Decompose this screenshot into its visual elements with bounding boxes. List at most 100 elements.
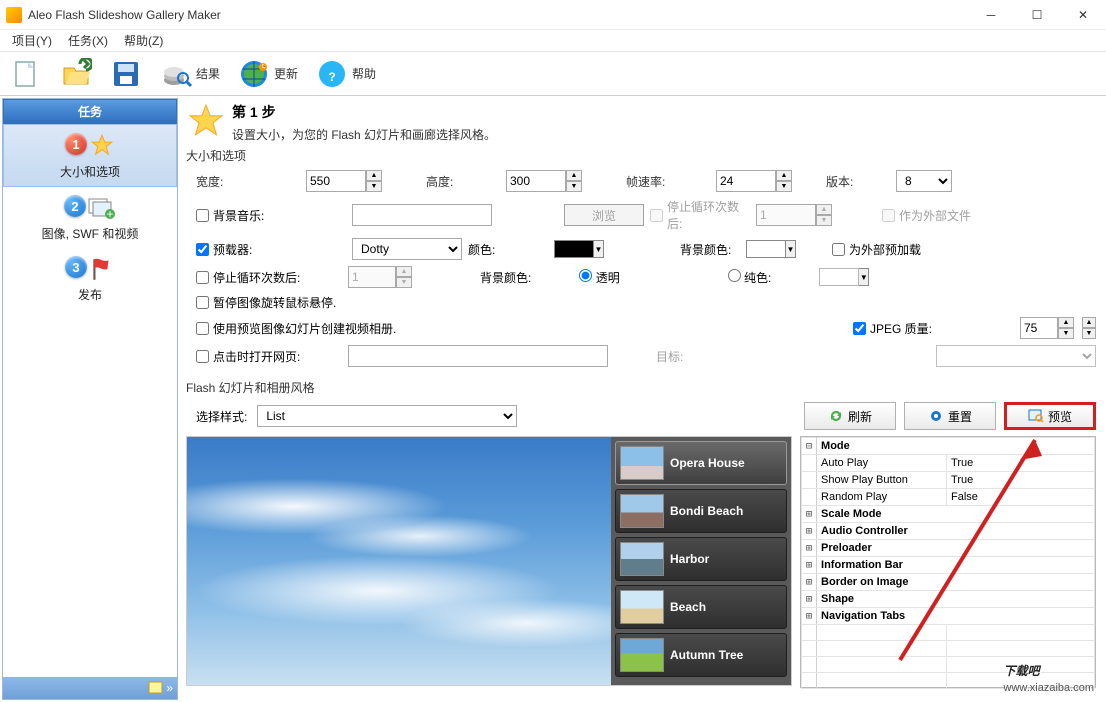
- thumbnail-item[interactable]: Autumn Tree: [615, 633, 787, 677]
- menu-project[interactable]: 项目(Y): [4, 30, 60, 51]
- refresh-button[interactable]: 刷新: [804, 402, 896, 430]
- update-label: 更新: [274, 65, 298, 82]
- color-label: 颜色:: [468, 241, 548, 258]
- use-preview-checkbox[interactable]: 使用预览图像幻灯片创建视频相册.: [196, 320, 396, 337]
- notes-icon[interactable]: [148, 681, 164, 695]
- color-swatch[interactable]: [554, 240, 594, 258]
- version-label: 版本:: [826, 173, 896, 190]
- preview-image: [187, 437, 611, 685]
- color-dropdown[interactable]: ▼: [594, 240, 604, 258]
- svg-text:?: ?: [328, 70, 335, 84]
- solid-color-dropdown[interactable]: ▼: [859, 268, 869, 286]
- new-button[interactable]: [6, 56, 46, 92]
- stop-after-input[interactable]: ▲▼: [756, 204, 876, 226]
- close-button[interactable]: ✕: [1060, 0, 1106, 30]
- thumbnail-item[interactable]: Bondi Beach: [615, 489, 787, 533]
- url-input[interactable]: [348, 345, 608, 367]
- width-input[interactable]: ▲▼: [306, 170, 426, 192]
- pause-hover-checkbox[interactable]: 暂停图像旋转鼠标悬停.: [196, 294, 336, 311]
- star-icon: [89, 133, 115, 159]
- preview-pane: Opera House Bondi Beach Harbor Beach Aut…: [186, 436, 792, 686]
- step-1-badge: 1: [65, 133, 87, 155]
- sidebar-item-label: 图像, SWF 和视频: [7, 225, 173, 242]
- toolbar: 结果 更新 ? 帮助: [0, 52, 1106, 96]
- watermark: 下载吧 www.xiazaiba.com: [1004, 650, 1094, 694]
- jpeg-quality-input[interactable]: ▲▼: [1020, 317, 1074, 339]
- menu-task[interactable]: 任务(X): [60, 30, 116, 51]
- sidebar-item-label: 发布: [7, 286, 173, 303]
- style-select-label: 选择样式:: [196, 408, 247, 425]
- bgm-path-input[interactable]: [352, 204, 492, 226]
- star-icon: [186, 102, 226, 142]
- height-input[interactable]: ▲▼: [506, 170, 626, 192]
- step-subtitle: 设置大小，为您的 Flash 幻灯片和画廊选择风格。: [232, 126, 496, 143]
- step-title: 第 1 步: [232, 102, 496, 122]
- gear-icon: [928, 408, 944, 424]
- menubar: 项目(Y) 任务(X) 帮助(Z): [0, 30, 1106, 52]
- version-select[interactable]: 8: [896, 170, 952, 192]
- bgcolor-dropdown[interactable]: ▼: [786, 240, 796, 258]
- menu-help[interactable]: 帮助(Z): [116, 30, 171, 51]
- app-icon: [6, 7, 22, 23]
- titlebar: Aleo Flash Slideshow Gallery Maker ─ ☐ ✕: [0, 0, 1106, 30]
- thumbnail-list: Opera House Bondi Beach Harbor Beach Aut…: [611, 437, 791, 685]
- width-label: 宽度:: [196, 173, 306, 190]
- sidebar-item-label: 大小和选项: [8, 163, 172, 180]
- height-label: 高度:: [426, 173, 506, 190]
- solid-radio[interactable]: [728, 269, 741, 282]
- thumbnail-item[interactable]: Harbor: [615, 537, 787, 581]
- solid-color-swatch[interactable]: [819, 268, 859, 286]
- sidebar-item-media[interactable]: 2 + 图像, SWF 和视频: [3, 187, 177, 248]
- help-button[interactable]: ? 帮助: [312, 56, 380, 92]
- loop-stop-input[interactable]: ▲▼: [348, 266, 412, 288]
- bgcolor-swatch[interactable]: [746, 240, 786, 258]
- save-button[interactable]: [106, 56, 146, 92]
- maximize-button[interactable]: ☐: [1014, 0, 1060, 30]
- target-select[interactable]: [936, 345, 1096, 367]
- images-icon: +: [88, 195, 116, 221]
- thumbnail-item[interactable]: Beach: [615, 585, 787, 629]
- update-button[interactable]: 更新: [234, 56, 302, 92]
- jpeg-quality-checkbox[interactable]: JPEG 质量:: [853, 320, 932, 337]
- sidebar: 任务 1 大小和选项 2 + 图像, SWF 和视频 3 发布 »: [2, 98, 178, 700]
- result-label: 结果: [196, 65, 220, 82]
- click-open-checkbox[interactable]: 点击时打开网页:: [196, 348, 340, 365]
- transparent-radio[interactable]: [579, 269, 592, 282]
- loop-stop-checkbox[interactable]: 停止循环次数后:: [196, 269, 340, 286]
- preview-icon: [1028, 408, 1044, 424]
- external-preload-checkbox[interactable]: 为外部预加载: [832, 241, 952, 258]
- size-options-label: 大小和选项: [186, 147, 1096, 164]
- bgm-checkbox[interactable]: 背景音乐:: [196, 207, 346, 224]
- step-3-badge: 3: [65, 256, 87, 278]
- style-select[interactable]: List: [257, 405, 517, 427]
- reset-button[interactable]: 重置: [904, 402, 996, 430]
- open-button[interactable]: [56, 56, 96, 92]
- window-title: Aleo Flash Slideshow Gallery Maker: [28, 8, 968, 22]
- target-label: 目标:: [656, 348, 683, 365]
- preloader-checkbox[interactable]: 预载器:: [196, 241, 346, 258]
- fps-label: 帧速率:: [626, 173, 716, 190]
- step-2-badge: 2: [64, 195, 86, 217]
- chevron-right-icon: »: [166, 681, 173, 695]
- thumbnail-item[interactable]: Opera House: [615, 441, 787, 485]
- browse-button[interactable]: 浏览: [564, 204, 644, 226]
- minimize-button[interactable]: ─: [968, 0, 1014, 30]
- stop-after-checkbox[interactable]: 停止循环次数后:: [650, 198, 750, 232]
- bgcolor-label-2: 背景颜色:: [480, 269, 531, 286]
- result-button[interactable]: 结果: [156, 56, 224, 92]
- sidebar-footer: »: [3, 677, 177, 699]
- content: 第 1 步 设置大小，为您的 Flash 幻灯片和画廊选择风格。 大小和选项 宽…: [180, 96, 1106, 702]
- flag-icon: [89, 256, 115, 282]
- preview-button[interactable]: 预览: [1004, 402, 1096, 430]
- fps-input[interactable]: ▲▼: [716, 170, 826, 192]
- bgcolor-label: 背景颜色:: [680, 241, 740, 258]
- preloader-select[interactable]: Dotty: [352, 238, 462, 260]
- external-file-checkbox[interactable]: 作为外部文件: [882, 207, 1012, 224]
- styles-section-label: Flash 幻灯片和相册风格: [186, 379, 1096, 396]
- sidebar-header: 任务: [3, 99, 177, 124]
- svg-text:+: +: [106, 207, 113, 221]
- sidebar-item-size-options[interactable]: 1 大小和选项: [3, 124, 177, 187]
- refresh-icon: [828, 408, 844, 424]
- sidebar-item-publish[interactable]: 3 发布: [3, 248, 177, 309]
- help-label: 帮助: [352, 65, 376, 82]
